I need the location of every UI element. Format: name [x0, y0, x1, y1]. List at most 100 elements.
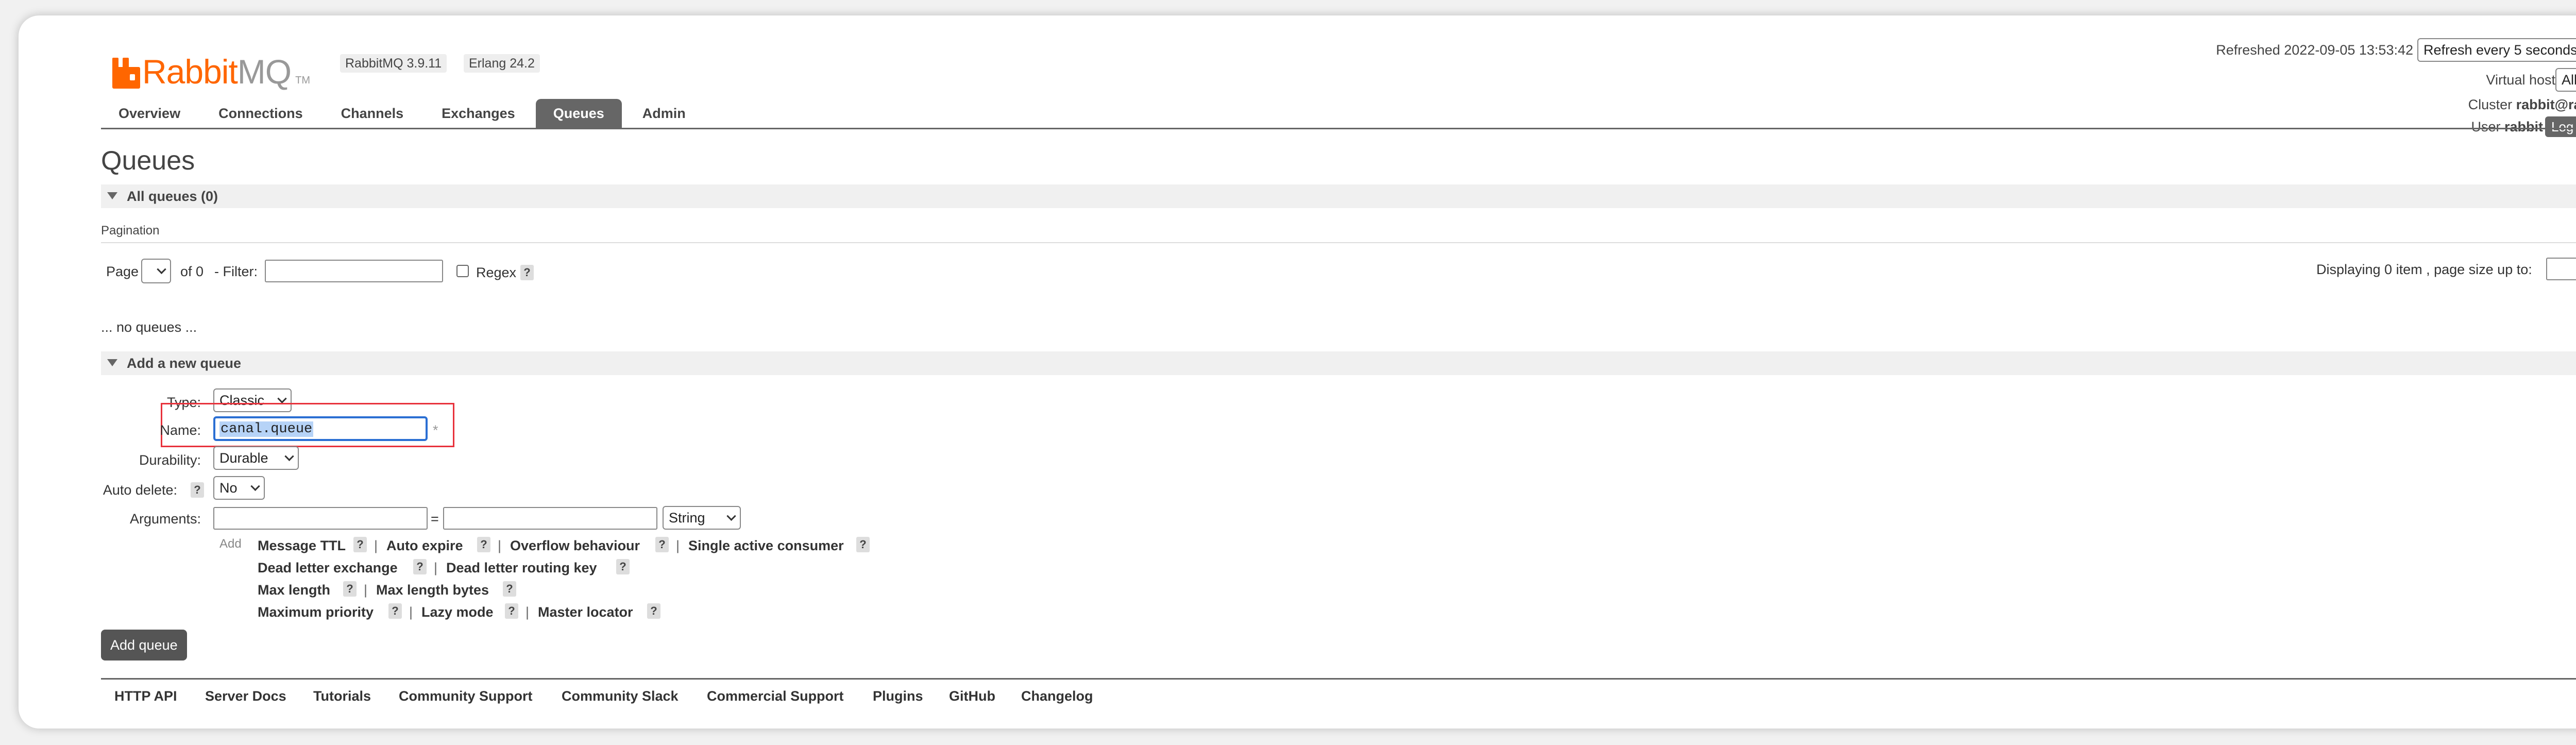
refresh-interval-value: Refresh every 5 seconds: [2424, 42, 2576, 58]
add-argument-link[interactable]: Add: [219, 537, 242, 551]
chevron-down-icon: [284, 451, 294, 461]
arg-overflow-behaviour[interactable]: Overflow behaviour: [510, 538, 640, 554]
help-button[interactable]: ?: [388, 603, 402, 619]
no-queues-message: ... no queues ...: [101, 319, 197, 335]
arg-max-length[interactable]: Max length: [258, 582, 330, 598]
auto-delete-select[interactable]: No: [213, 476, 265, 500]
nav-divider: [101, 128, 2576, 129]
queue-name-value: canal.queue: [219, 421, 314, 437]
filter-input[interactable]: [265, 260, 443, 282]
arg-master-locator[interactable]: Master locator: [538, 604, 633, 620]
collapse-triangle-icon: [107, 359, 117, 366]
page-size-input[interactable]: 100: [2546, 258, 2576, 280]
main-nav: Overview Connections Channels Exchanges …: [101, 99, 706, 128]
help-button[interactable]: ?: [856, 537, 870, 552]
page-of-label: of 0: [180, 264, 204, 279]
chevron-down-icon: [250, 481, 260, 491]
tab-exchanges[interactable]: Exchanges: [424, 99, 533, 128]
virtual-host-select[interactable]: All: [2555, 68, 2576, 92]
page-label: Page: [106, 264, 139, 279]
arg-message-ttl[interactable]: Message TTL: [258, 538, 346, 554]
add-queue-button[interactable]: Add queue: [101, 630, 187, 661]
help-button[interactable]: ?: [413, 559, 427, 574]
footer-divider: [101, 678, 2576, 680]
footer-link-changelog[interactable]: Changelog: [1021, 688, 1093, 704]
footer-link-github[interactable]: GitHub: [949, 688, 995, 704]
help-button[interactable]: ?: [503, 581, 516, 597]
virtual-host-value: All: [2562, 72, 2576, 88]
rabbitmq-logo[interactable]: RabbitMQ TM: [112, 37, 310, 89]
filter-label: - Filter:: [214, 264, 258, 279]
help-button[interactable]: ?: [505, 603, 518, 619]
logo-mq-text: MQ: [237, 53, 292, 91]
logout-button[interactable]: Log out: [2545, 116, 2576, 137]
user-name: rabbit: [2504, 119, 2543, 134]
help-button[interactable]: ?: [353, 537, 367, 552]
help-button[interactable]: ?: [477, 537, 490, 552]
argument-type-value: String: [669, 510, 705, 526]
tab-admin[interactable]: Admin: [625, 99, 703, 128]
separator: |: [676, 538, 680, 553]
user-label: User: [2471, 119, 2501, 134]
footer-link-server-docs[interactable]: Server Docs: [205, 688, 286, 704]
auto-delete-help-button[interactable]: ?: [191, 482, 204, 498]
separator: |: [526, 604, 530, 620]
arg-max-length-bytes[interactable]: Max length bytes: [376, 582, 489, 598]
argument-type-select[interactable]: String: [663, 506, 741, 530]
auto-delete-value: No: [219, 480, 238, 496]
footer-link-http-api[interactable]: HTTP API: [114, 688, 177, 704]
logo-tm-text: TM: [295, 75, 310, 86]
separator: |: [434, 560, 438, 575]
refresh-interval-select[interactable]: Refresh every 5 seconds: [2417, 38, 2576, 62]
chevron-down-icon: [726, 511, 736, 521]
page-title: Queues: [101, 146, 195, 176]
regex-label: Regex: [476, 265, 517, 280]
rabbitmq-version-badge: RabbitMQ 3.9.11: [340, 54, 447, 73]
arg-dead-letter-exchange[interactable]: Dead letter exchange: [258, 560, 398, 576]
help-button[interactable]: ?: [647, 603, 660, 619]
durability-value: Durable: [219, 450, 268, 466]
arg-single-active-consumer[interactable]: Single active consumer: [688, 538, 844, 554]
durability-select[interactable]: Durable: [213, 446, 299, 470]
tab-channels[interactable]: Channels: [324, 99, 421, 128]
add-queue-section-toggle[interactable]: Add a new queue: [101, 351, 2576, 375]
cluster-name: rabbit@rabbit: [2516, 97, 2576, 112]
all-queues-section-toggle[interactable]: All queues (0): [101, 184, 2576, 208]
argument-key-input[interactable]: [213, 507, 428, 530]
footer-link-commercial-support[interactable]: Commercial Support: [707, 688, 844, 704]
required-asterisk: *: [433, 422, 438, 438]
arguments-label: Arguments:: [129, 511, 201, 527]
help-button[interactable]: ?: [343, 581, 357, 597]
browser-window: RabbitMQ TM RabbitMQ 3.9.11 Erlang 24.2 …: [19, 15, 2576, 729]
footer-link-tutorials[interactable]: Tutorials: [313, 688, 371, 704]
add-queue-heading: Add a new queue: [127, 355, 242, 371]
help-button[interactable]: ?: [616, 559, 630, 574]
tab-connections[interactable]: Connections: [201, 99, 320, 128]
erlang-version-badge: Erlang 24.2: [464, 54, 540, 73]
user-info: User rabbit: [2471, 119, 2543, 135]
page-number-select[interactable]: [141, 259, 171, 283]
arg-dead-letter-routing-key[interactable]: Dead letter routing key: [446, 560, 597, 576]
regex-help-button[interactable]: ?: [520, 265, 534, 280]
auto-delete-label: Auto delete:: [103, 482, 177, 498]
argument-value-input[interactable]: [443, 507, 657, 530]
footer-link-community-support[interactable]: Community Support: [399, 688, 532, 704]
pagination-divider: [101, 242, 2576, 243]
tab-overview[interactable]: Overview: [101, 99, 198, 128]
separator: |: [374, 538, 378, 553]
pagination-label: Pagination: [101, 224, 160, 238]
arg-auto-expire[interactable]: Auto expire: [386, 538, 463, 554]
arg-lazy-mode[interactable]: Lazy mode: [421, 604, 494, 620]
footer-link-plugins[interactable]: Plugins: [873, 688, 923, 704]
queue-name-input[interactable]: canal.queue: [213, 416, 428, 441]
arg-maximum-priority[interactable]: Maximum priority: [258, 604, 374, 620]
cluster-info: Cluster rabbit@rabbit: [2468, 97, 2576, 113]
name-label: Name:: [160, 422, 201, 438]
regex-checkbox[interactable]: [456, 265, 469, 277]
refreshed-timestamp: Refreshed 2022-09-05 13:53:42: [2216, 42, 2413, 58]
help-button[interactable]: ?: [655, 537, 669, 552]
tab-queues[interactable]: Queues: [535, 99, 622, 128]
footer-link-community-slack[interactable]: Community Slack: [562, 688, 679, 704]
displaying-count: Displaying 0 item , page size up to:: [2316, 262, 2532, 277]
separator: |: [409, 604, 413, 620]
